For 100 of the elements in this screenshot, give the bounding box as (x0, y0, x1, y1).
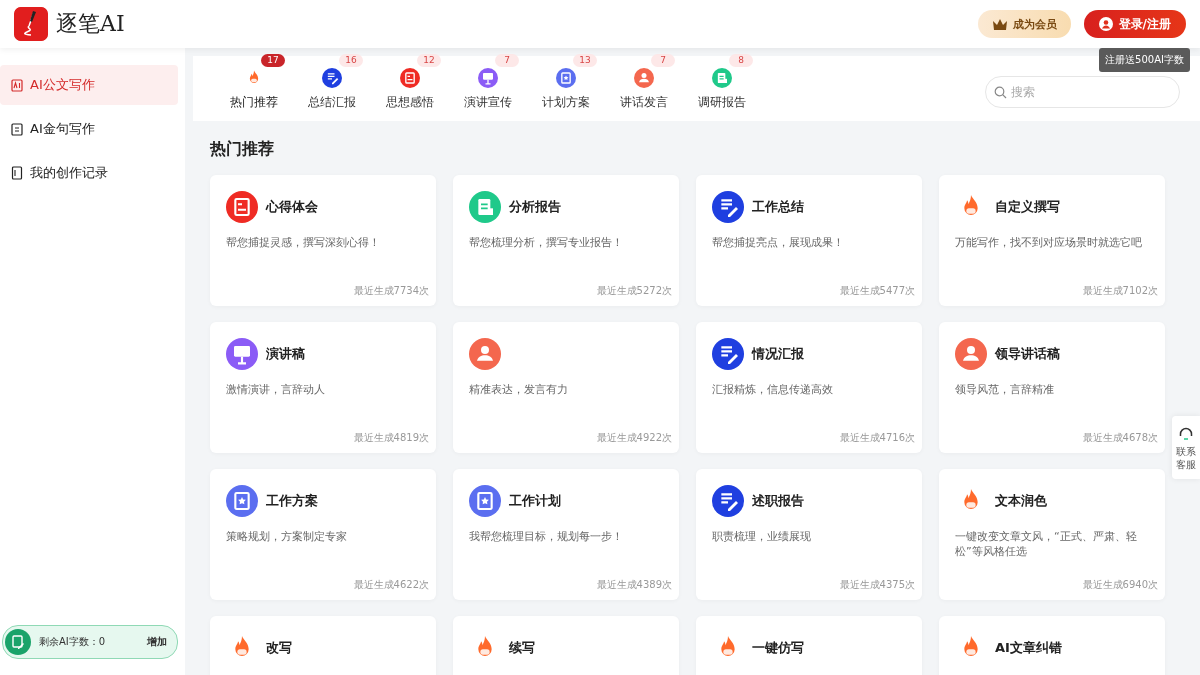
card-title: 文本润色 (995, 492, 1047, 510)
count-badge: 13 (573, 54, 597, 67)
logo-icon (14, 7, 48, 41)
document-icon (400, 68, 420, 88)
category-tab[interactable]: 8 调研报告 (683, 54, 761, 121)
template-card[interactable]: 领导讲话稿 领导风范，言辞精准 最近生成4678次 (939, 322, 1165, 453)
card-description: 激情演讲，言辞动人 (226, 382, 326, 397)
category-tab[interactable]: 7 演讲宣传 (449, 54, 527, 121)
usage-count: 最近生成4922次 (596, 431, 672, 445)
sidebar-item[interactable]: 我的创作记录 (0, 153, 178, 193)
card-title: 改写 (266, 639, 292, 657)
category-tab[interactable]: 13 计划方案 (527, 54, 605, 121)
count-badge: 7 (651, 54, 675, 67)
count-badge: 17 (261, 54, 285, 67)
user-icon (1098, 17, 1113, 31)
document-pen-icon (712, 338, 744, 370)
search-field[interactable]: 搜索 (985, 75, 1180, 108)
category-tab[interactable]: 12 思想感悟 (371, 54, 449, 121)
scroll-document-icon (469, 191, 501, 223)
sidebar-item[interactable]: AI金句写作 (0, 109, 178, 149)
person-icon (955, 338, 987, 370)
card-description: 一键改变文章文风，“正式、严肃、轻松”等风格任选 (955, 529, 1138, 559)
count-badge: 8 (729, 54, 753, 67)
template-card[interactable]: 改写 (210, 616, 436, 675)
card-title: 心得体会 (266, 198, 318, 216)
category-tab[interactable]: 7 讲话发言 (605, 54, 683, 121)
template-card[interactable]: 工作方案 策略规划，方案制定专家 最近生成4622次 (210, 469, 436, 600)
template-card[interactable]: 分析报告 帮您梳理分析，撰写专业报告！ 最近生成5272次 (453, 175, 679, 306)
sidebar-item[interactable]: AI公文写作 (0, 65, 178, 105)
count-badge: 16 (339, 54, 363, 67)
card-title: 述职报告 (752, 492, 804, 510)
template-card[interactable]: 心得体会 帮您捕捉灵感，撰写深刻心得！ 最近生成7734次 (210, 175, 436, 306)
usage-count: 最近生成4716次 (839, 431, 915, 445)
document-pen-icon (712, 485, 744, 517)
usage-count: 最近生成7102次 (1082, 284, 1158, 298)
card-description: 万能写作，找不到对应场景时就选它吧 (955, 235, 1143, 250)
usage-count: 最近生成5477次 (839, 284, 915, 298)
credits-label: 剩余AI字数：0 (39, 635, 107, 649)
template-card[interactable]: 自定义撰写 万能写作，找不到对应场景时就选它吧 最近生成7102次 (939, 175, 1165, 306)
category-tab[interactable]: 16 总结汇报 (293, 54, 371, 121)
card-description: 职责梳理，业绩展现 (712, 529, 812, 544)
card-description: 我帮您梳理目标，规划每一步！ (469, 529, 624, 544)
document-pen-icon (322, 68, 342, 88)
section-title: 热门推荐 (210, 139, 275, 160)
usage-count: 最近生成4622次 (353, 578, 429, 592)
usage-count: 最近生成4819次 (353, 431, 429, 445)
template-card[interactable]: 述职报告 职责梳理，业绩展现 最近生成4375次 (696, 469, 922, 600)
document-icon (226, 191, 258, 223)
template-card[interactable]: 文本润色 一键改变文章文风，“正式、严肃、轻松”等风格任选 最近生成6940次 (939, 469, 1165, 600)
template-card[interactable]: 演讲稿 激情演讲，言辞动人 最近生成4819次 (210, 322, 436, 453)
card-title: 情况汇报 (752, 345, 804, 363)
document-pen-icon (712, 191, 744, 223)
person-icon (634, 68, 654, 88)
card-description: 策略规划，方案制定专家 (226, 529, 348, 544)
card-title: 工作方案 (266, 492, 318, 510)
card-title: 续写 (509, 639, 535, 657)
card-title: 工作总结 (752, 198, 804, 216)
usage-count: 最近生成7734次 (353, 284, 429, 298)
star-document-icon (556, 68, 576, 88)
card-description: 领导风范，言辞精准 (955, 382, 1055, 397)
logo-text: 逐笔AI (56, 10, 125, 38)
card-title: AI文章纠错 (995, 639, 1062, 657)
person-icon (469, 338, 501, 370)
become-member-button[interactable]: 成为会员 (977, 10, 1071, 38)
presentation-board-icon (478, 68, 498, 88)
usage-count: 最近生成4678次 (1082, 431, 1158, 445)
category-tab[interactable]: 17 热门推荐 (215, 54, 293, 121)
scroll-document-icon (712, 68, 732, 88)
count-badge: 12 (417, 54, 441, 67)
count-badge: 7 (495, 54, 519, 67)
card-title: 工作计划 (509, 492, 561, 510)
star-document-icon (226, 485, 258, 517)
usage-count: 最近生成6940次 (1082, 578, 1158, 592)
template-card[interactable]: 工作总结 帮您捕捉亮点，展现成果！ 最近生成5477次 (696, 175, 922, 306)
template-card[interactable]: 情况汇报 汇报精炼，信息传递高效 最近生成4716次 (696, 322, 922, 453)
card-description: 汇报精炼，信息传递高效 (712, 382, 834, 397)
card-title: 领导讲话稿 (995, 345, 1060, 363)
usage-count: 最近生成4389次 (596, 578, 672, 592)
notebook-icon (10, 165, 24, 181)
star-document-icon (469, 485, 501, 517)
card-title: 分析报告 (509, 198, 561, 216)
card-description: 帮您捕捉灵感，撰写深刻心得！ (226, 235, 381, 250)
document-icon (10, 121, 24, 137)
card-description: 精准表达，发言有力 (469, 382, 569, 397)
template-card[interactable]: 工作计划 我帮您梳理目标，规划每一步！ 最近生成4389次 (453, 469, 679, 600)
card-description: 帮您梳理分析，撰写专业报告！ (469, 235, 624, 250)
note-edit-icon (5, 629, 31, 655)
template-card[interactable]: AI文章纠错 (939, 616, 1165, 675)
add-credits-link[interactable]: 增加 (147, 635, 167, 649)
contact-support-button[interactable]: 联系客服 (1172, 416, 1200, 479)
crown-icon (991, 17, 1008, 31)
template-card[interactable]: 一键仿写 (696, 616, 922, 675)
headset-icon (1178, 426, 1194, 442)
card-description: 帮您捕捉亮点，展现成果！ (712, 235, 845, 250)
card-title: 一键仿写 (752, 639, 804, 657)
usage-count: 最近生成5272次 (596, 284, 672, 298)
card-title: 演讲稿 (266, 345, 305, 363)
template-card[interactable]: 精准表达，发言有力 最近生成4922次 (453, 322, 679, 453)
card-title: 自定义撰写 (995, 198, 1060, 216)
template-card[interactable]: 续写 (453, 616, 679, 675)
